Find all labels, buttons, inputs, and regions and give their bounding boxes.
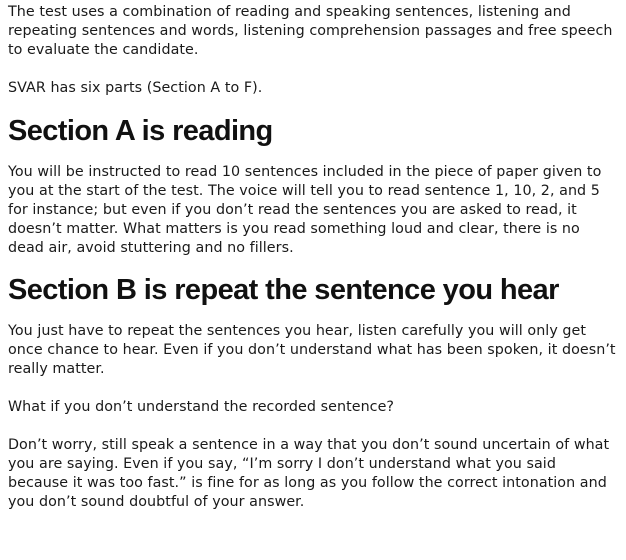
section-a-heading: Section A is reading <box>8 115 273 147</box>
section-b-paragraph: You just have to repeat the sentences yo… <box>8 323 616 377</box>
intro-paragraph: The test uses a combination of reading a… <box>8 4 613 58</box>
article-body: The test uses a combination of reading a… <box>8 3 620 512</box>
parts-paragraph: SVAR has six parts (Section A to F). <box>8 80 263 96</box>
section-b-heading: Section B is repeat the sentence you hea… <box>8 274 559 306</box>
section-b-question: What if you don’t understand the recorde… <box>8 399 395 415</box>
section-b-answer: Don’t worry, still speak a sentence in a… <box>8 437 610 510</box>
section-a-paragraph: You will be instructed to read 10 senten… <box>8 164 602 256</box>
